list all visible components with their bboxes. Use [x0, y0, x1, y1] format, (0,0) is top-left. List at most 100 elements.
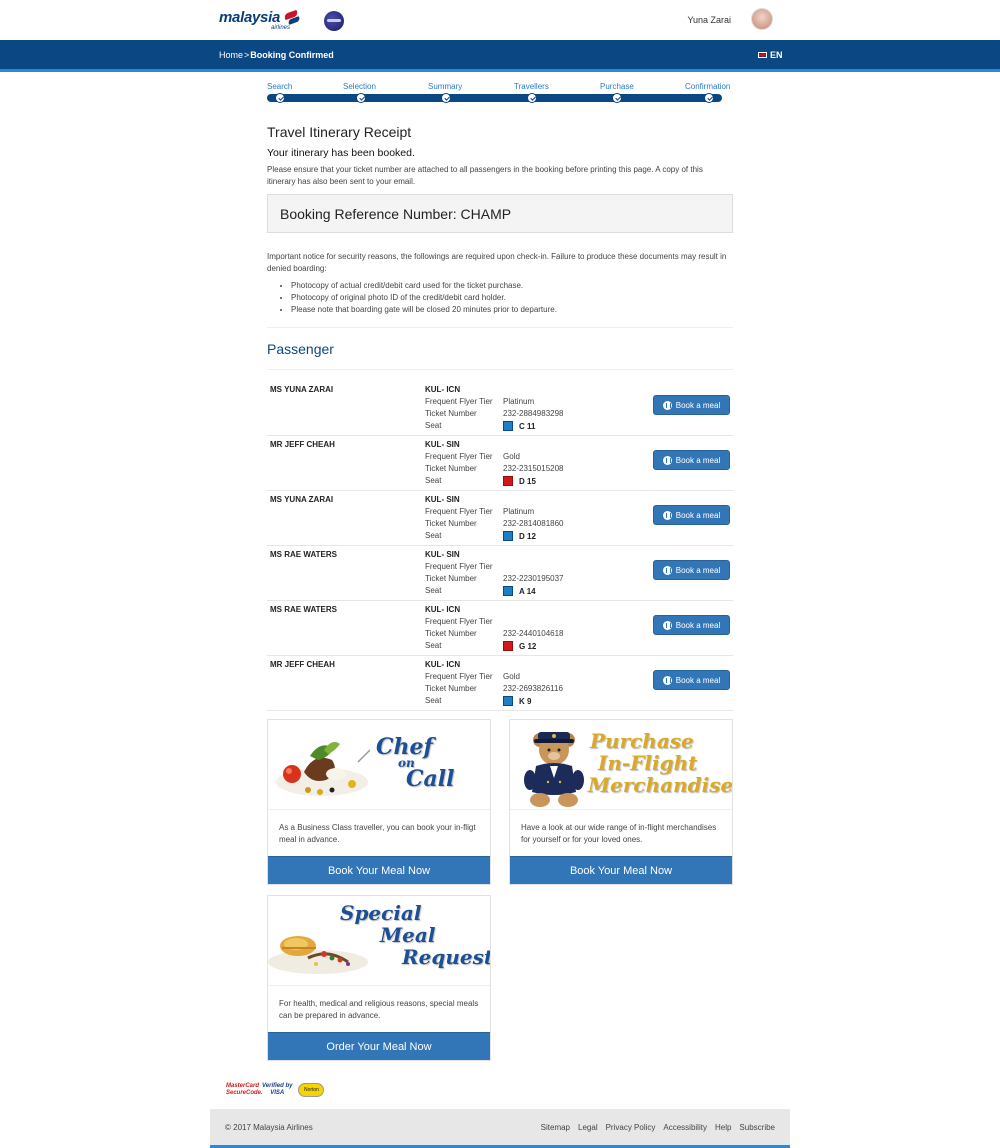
step-travellers[interactable]: Travellers	[514, 82, 549, 91]
step-summary[interactable]: Summary	[428, 82, 462, 91]
copyright: © 2017 Malaysia Airlines	[225, 1123, 313, 1132]
book-meal-label: Book a meal	[675, 675, 721, 685]
tier-label: Frequent Flyer Tier	[425, 562, 493, 571]
tier-value: Platinum	[503, 507, 535, 516]
book-meal-button[interactable]: Book a meal	[653, 670, 730, 690]
passenger-row: MS RAE WATERS KUL- SIN Frequent Flyer Ti…	[267, 546, 733, 601]
passenger-list: MS YUNA ZARAI KUL- ICN Frequent Flyer Ti…	[267, 381, 733, 711]
promo-title-line: In-Flight	[598, 751, 698, 775]
seat-label: Seat	[425, 420, 442, 430]
chef-on-call-text: As a Business Class traveller, you can b…	[268, 809, 490, 856]
book-meal-label: Book a meal	[675, 455, 721, 465]
passenger-name: MS YUNA ZARAI	[270, 385, 334, 394]
notice-item: Please note that boarding gate will be c…	[291, 304, 733, 316]
malaysia-airlines-logo[interactable]: malaysia airlines	[219, 9, 302, 31]
book-meal-label: Book a meal	[675, 400, 721, 410]
brand-sub: airlines	[271, 25, 291, 31]
promo-title-line: Merchandise	[588, 773, 732, 797]
step-purchase[interactable]: Purchase	[600, 82, 634, 91]
cutlery-icon	[662, 565, 672, 575]
check-icon	[356, 93, 366, 103]
notice-item: Photocopy of original photo ID of the cr…	[291, 292, 733, 304]
mastercard-securecode-logo: MasterCard SecureCode.	[226, 1083, 263, 1096]
seat-label: Seat	[425, 640, 442, 650]
print-note: Please ensure that your ticket number ar…	[267, 165, 703, 186]
site-header: malaysia airlines Yuna Zarai	[0, 0, 1000, 40]
breadcrumb: Home>Booking Confirmed	[219, 50, 334, 60]
footer-link-help[interactable]: Help	[715, 1123, 731, 1132]
book-meal-button[interactable]: Book a meal	[653, 505, 730, 525]
ticket-value: 232-2884983298	[503, 408, 564, 418]
ticket-label: Ticket Number	[425, 628, 477, 638]
language-label: EN	[770, 50, 783, 60]
seat-icon	[503, 531, 513, 542]
breadcrumb-home[interactable]: Home	[219, 50, 243, 60]
seat-value: G 12	[519, 641, 537, 651]
passenger-row: MS YUNA ZARAI KUL- SIN Frequent Flyer Ti…	[267, 491, 733, 546]
divider	[267, 369, 733, 370]
seat-label: Seat	[425, 585, 442, 595]
step-confirmation[interactable]: Confirmation	[685, 82, 730, 91]
passenger-row: MS RAE WATERS KUL- ICN Frequent Flyer Ti…	[267, 601, 733, 656]
footer-link-legal[interactable]: Legal	[578, 1123, 598, 1132]
book-meal-button[interactable]: Book a meal	[653, 450, 730, 470]
passenger-details: KUL- ICN Frequent Flyer Tier Platinum Tic…	[425, 385, 564, 432]
book-meal-button[interactable]: Book a meal	[653, 615, 730, 635]
site-footer: © 2017 Malaysia Airlines Sitemap Legal P…	[210, 1109, 790, 1148]
special-meal-card: Special Meal Request For health, medical…	[267, 895, 491, 1061]
passenger-name: MS YUNA ZARAI	[270, 495, 334, 504]
main-content: Travel Itinerary Receipt Your itinerary …	[267, 124, 733, 711]
promo-title-line: Purchase	[590, 729, 694, 753]
route: KUL- ICN	[425, 385, 461, 394]
promo-title-line: Request	[402, 945, 490, 969]
user-name[interactable]: Yuna Zarai	[687, 15, 731, 25]
book-your-meal-button[interactable]: Book Your Meal Now	[268, 856, 490, 884]
special-meal-text: For health, medical and religious reason…	[268, 985, 490, 1032]
merchandise-text: Have a look at our wide range of in-flig…	[510, 809, 732, 856]
step-search[interactable]: Search	[267, 82, 292, 91]
book-meal-label: Book a meal	[675, 510, 721, 520]
book-meal-button[interactable]: Book a meal	[653, 560, 730, 580]
book-meal-label: Book a meal	[675, 620, 721, 630]
merchandise-title: Purchase In-Flight Merchandise	[588, 729, 732, 797]
check-icon	[612, 93, 622, 103]
tier-label: Frequent Flyer Tier	[425, 672, 493, 681]
book-your-meal-button[interactable]: Book Your Meal Now	[510, 856, 732, 884]
book-meal-label: Book a meal	[675, 565, 721, 575]
route: KUL- SIN	[425, 495, 460, 504]
ticket-label: Ticket Number	[425, 408, 477, 418]
ticket-value: 232-2440104618	[503, 628, 564, 638]
teddy-bear-image	[524, 732, 584, 807]
seat-value: D 15	[519, 476, 536, 486]
step-selection[interactable]: Selection	[343, 82, 376, 91]
merchandise-card: Purchase In-Flight Merchandise Have a lo…	[509, 719, 733, 885]
passenger-name: MR JEFF CHEAH	[270, 660, 335, 669]
cutlery-icon	[662, 510, 672, 520]
promo-title-line: Call	[406, 766, 455, 792]
gourmet-dish-image	[276, 742, 370, 796]
ticket-value: 232-2230195037	[503, 573, 564, 583]
visa-line-2: VISA	[270, 1090, 285, 1096]
book-meal-button[interactable]: Book a meal	[653, 395, 730, 415]
check-icon	[275, 93, 285, 103]
footer-link-sitemap[interactable]: Sitemap	[541, 1123, 570, 1132]
language-selector[interactable]: EN	[758, 50, 783, 60]
divider	[267, 327, 733, 328]
avatar[interactable]	[751, 8, 773, 30]
footer-link-subscribe[interactable]: Subscribe	[739, 1123, 775, 1132]
promo-title-line: Special	[340, 901, 422, 925]
passenger-details: KUL- ICN Frequent Flyer Tier Gold Ticket …	[425, 660, 563, 707]
route: KUL- ICN	[425, 660, 461, 669]
footer-link-privacy[interactable]: Privacy Policy	[606, 1123, 656, 1132]
chef-on-call-banner: Chef on Call	[268, 720, 490, 809]
payment-logos: MasterCard SecureCode. Verified by VISA …	[226, 1083, 325, 1097]
footer-link-accessibility[interactable]: Accessibility	[663, 1123, 707, 1132]
seat-value: K 9	[519, 696, 532, 706]
passenger-row: MR JEFF CHEAH KUL- SIN Frequent Flyer Ti…	[267, 436, 733, 491]
ticket-value: 232-2693826116	[503, 683, 563, 693]
seat-label: Seat	[425, 695, 442, 705]
order-your-meal-button[interactable]: Order Your Meal Now	[268, 1032, 490, 1060]
ticket-label: Ticket Number	[425, 683, 477, 693]
kite-logo-icon	[282, 9, 302, 26]
route: KUL- SIN	[425, 550, 460, 559]
